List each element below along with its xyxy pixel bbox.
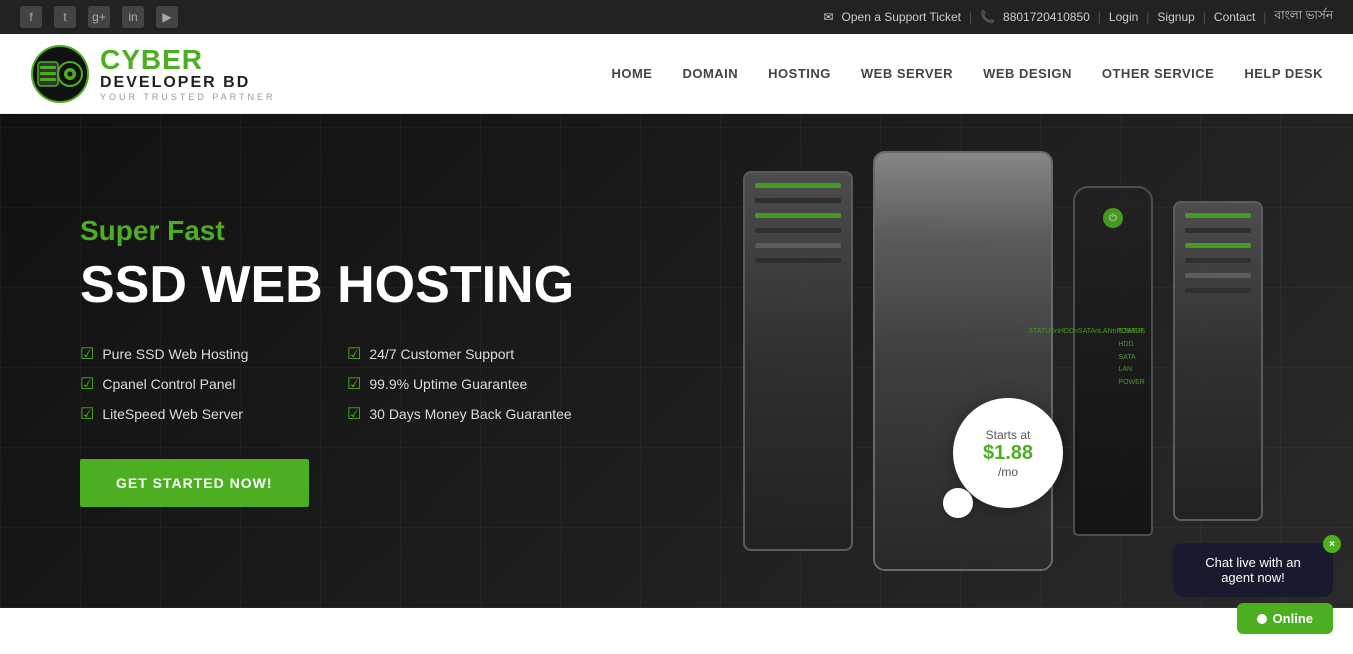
check-icon-6: ☑ xyxy=(347,404,361,424)
chat-online-label: Online xyxy=(1273,611,1313,626)
feature-5: ☑ LiteSpeed Web Server xyxy=(80,404,307,424)
feature-text-4: 99.9% Uptime Guarantee xyxy=(369,376,527,392)
check-icon-3: ☑ xyxy=(80,374,94,394)
topbar-right: ✉ Open a Support Ticket | 📞 880172041085… xyxy=(823,7,1333,27)
chat-close-button[interactable]: × xyxy=(1323,535,1341,553)
chat-bubble[interactable]: × Chat live with an agent now! xyxy=(1173,543,1333,597)
logo-icon xyxy=(30,44,90,104)
server-router: ⏻ STATUS HDD SATA LAN POWER xyxy=(1073,186,1153,536)
hero-servers: ⏻ STATUS HDD SATA LAN POWER xyxy=(703,114,1303,608)
logo-developer: DEVELOPER BD xyxy=(100,74,276,92)
nav-hosting[interactable]: HOSTING xyxy=(768,66,831,81)
price-bubble-decoration xyxy=(943,488,973,518)
sep4: | xyxy=(1203,10,1206,24)
check-icon-1: ☑ xyxy=(80,344,94,364)
feature-text-6: 30 Days Money Back Guarantee xyxy=(369,406,571,422)
chat-online-button[interactable]: Online xyxy=(1237,603,1333,634)
contact-link[interactable]: Contact xyxy=(1214,10,1255,24)
server-rack-2 xyxy=(1173,201,1263,521)
nav-otherservice[interactable]: OTHER SERVICE xyxy=(1102,66,1214,81)
bangla-link[interactable]: বাংলা ভার্সন xyxy=(1274,7,1333,27)
check-icon-5: ☑ xyxy=(80,404,94,424)
hero-title: SSD WEB HOSTING xyxy=(80,257,574,314)
youtube-icon[interactable]: ▶ xyxy=(156,6,178,28)
hero-content: Super Fast SSD WEB HOSTING ☑ Pure SSD We… xyxy=(0,215,574,507)
feature-4: ☑ 99.9% Uptime Guarantee xyxy=(347,374,574,394)
feature-3: ☑ Cpanel Control Panel xyxy=(80,374,307,394)
facebook-icon[interactable]: f xyxy=(20,6,42,28)
nav-webserver[interactable]: WEB SERVER xyxy=(861,66,953,81)
sep5: | xyxy=(1263,10,1266,24)
social-links: f t g+ in ▶ xyxy=(20,6,178,28)
logo-cyber: CYBER xyxy=(100,46,276,74)
logo-tagline: YOUR TRUSTED PARTNER xyxy=(100,92,276,102)
support-ticket-link[interactable]: Open a Support Ticket xyxy=(842,10,961,24)
nav-home[interactable]: HOME xyxy=(611,66,652,81)
feature-text-5: LiteSpeed Web Server xyxy=(102,406,243,422)
signup-link[interactable]: Signup xyxy=(1157,10,1194,24)
main-nav: HOME DOMAIN HOSTING WEB SERVER WEB DESIG… xyxy=(611,66,1323,81)
twitter-icon[interactable]: t xyxy=(54,6,76,28)
sep1: | xyxy=(969,10,972,24)
logo-text: CYBER DEVELOPER BD YOUR TRUSTED PARTNER xyxy=(100,46,276,102)
sep3: | xyxy=(1146,10,1149,24)
phone-icon: 📞 xyxy=(980,10,995,24)
chat-widget: × Chat live with an agent now! Online xyxy=(1173,543,1333,634)
chat-bubble-text: Chat live with an agent now! xyxy=(1205,555,1300,585)
feature-text-1: Pure SSD Web Hosting xyxy=(102,346,248,362)
check-icon-4: ☑ xyxy=(347,374,361,394)
hero-subtitle: Super Fast xyxy=(80,215,574,247)
google-plus-icon[interactable]: g+ xyxy=(88,6,110,28)
feature-text-2: 24/7 Customer Support xyxy=(369,346,514,362)
features-list: ☑ Pure SSD Web Hosting ☑ 24/7 Customer S… xyxy=(80,344,574,424)
nav-helpdesk[interactable]: HELP DESK xyxy=(1244,66,1323,81)
feature-6: ☑ 30 Days Money Back Guarantee xyxy=(347,404,574,424)
sep2: | xyxy=(1098,10,1101,24)
get-started-button[interactable]: GET STARTED NOW! xyxy=(80,459,309,507)
price-bubble: Starts at $1.88 /mo xyxy=(953,398,1063,508)
price-amount: $1.88 xyxy=(983,442,1033,465)
nav-webdesign[interactable]: WEB DESIGN xyxy=(983,66,1072,81)
price-starts: Starts at xyxy=(986,428,1031,442)
feature-1: ☑ Pure SSD Web Hosting xyxy=(80,344,307,364)
check-icon-2: ☑ xyxy=(347,344,361,364)
linkedin-icon[interactable]: in xyxy=(122,6,144,28)
nav-domain[interactable]: DOMAIN xyxy=(682,66,738,81)
phone-link[interactable]: 8801720410850 xyxy=(1003,10,1090,24)
login-link[interactable]: Login xyxy=(1109,10,1138,24)
hero-section: Super Fast SSD WEB HOSTING ☑ Pure SSD We… xyxy=(0,114,1353,608)
feature-2: ☑ 24/7 Customer Support xyxy=(347,344,574,364)
header: CYBER DEVELOPER BD YOUR TRUSTED PARTNER … xyxy=(0,34,1353,114)
topbar: f t g+ in ▶ ✉ Open a Support Ticket | 📞 … xyxy=(0,0,1353,34)
feature-text-3: Cpanel Control Panel xyxy=(102,376,235,392)
logo: CYBER DEVELOPER BD YOUR TRUSTED PARTNER xyxy=(30,44,276,104)
email-icon: ✉ xyxy=(823,10,833,24)
online-indicator xyxy=(1257,614,1267,624)
server-rack-1 xyxy=(743,171,853,551)
price-per: /mo xyxy=(998,465,1018,479)
